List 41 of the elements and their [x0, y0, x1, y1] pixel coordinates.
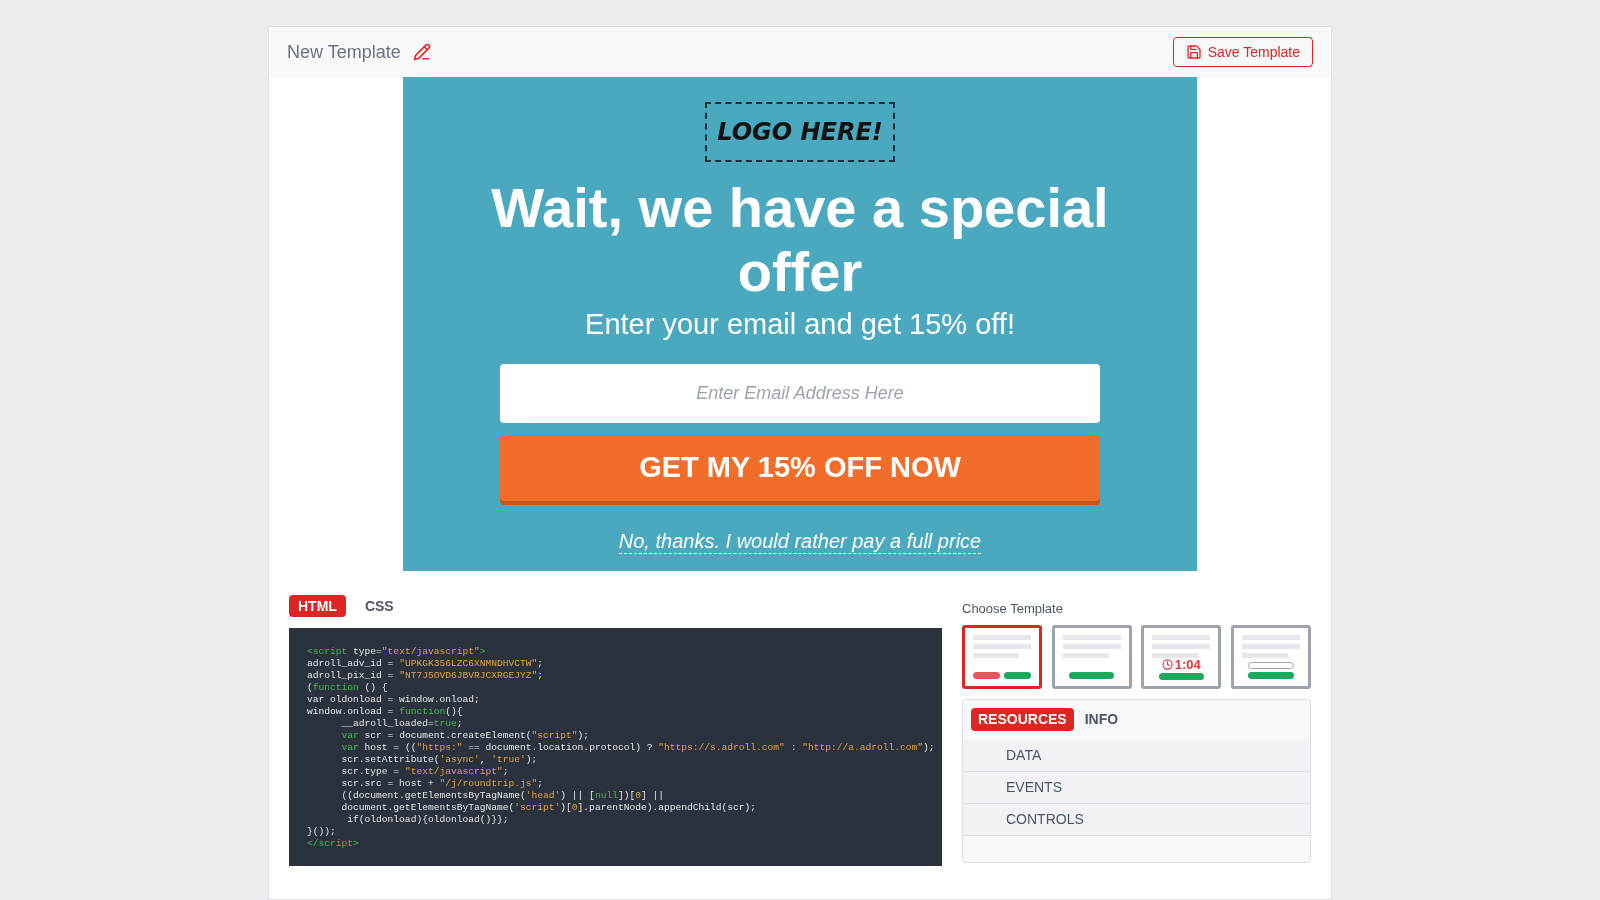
choose-template-label: Choose Template	[962, 600, 1064, 618]
code-line: var oldonload = window.onload;	[307, 694, 480, 706]
code-line: var host = (("https:" == document.location.protocol) ? "https://s.adroll.com" : "http://a.adroll.com");	[340, 742, 935, 754]
subheadline: Enter your email and get 15% off!	[585, 307, 1015, 342]
editor-tab[interactable]: HTML	[289, 595, 346, 617]
logo-text: LOGO HERE!	[717, 117, 883, 148]
edit-icon[interactable]	[412, 43, 431, 61]
decline-link[interactable]: No, thanks. I would rather pay a full price	[618, 529, 982, 554]
template-thumbnail[interactable]: 1:04	[1141, 624, 1222, 689]
code-line: }());	[307, 826, 336, 838]
template-thumbnail[interactable]	[962, 624, 1042, 689]
template-title: New Template	[287, 40, 401, 64]
headline: Wait, we have a special offer	[490, 176, 1110, 304]
code-line: adroll_adv_id = "UPKGK356LZC6XNMNDHVCTW";	[307, 658, 544, 670]
code-line: document.getElementsByTagName('script')[0].parentNode).appendChild(scr);	[340, 802, 757, 814]
code-line: scr.src = host + "/j/roundtrip.js";	[340, 778, 544, 790]
code-line: window.onload = function(){	[307, 706, 463, 718]
code-line: <script type="text/javascript">	[307, 646, 486, 658]
code-line: __adroll_loaded=true;	[340, 718, 463, 730]
code-line: ((document.getElementsByTagName('head') || [null])[0] ||	[340, 790, 664, 802]
resource-tab[interactable]: INFO	[1077, 708, 1126, 731]
email-field[interactable]: Enter Email Address Here	[500, 364, 1100, 423]
resource-tab[interactable]: RESOURCES	[971, 708, 1074, 731]
timer-text: 1:04	[1161, 657, 1201, 671]
code-line: scr.type = "text/javascript";	[340, 766, 509, 778]
resource-item[interactable]: DATA	[963, 739, 1310, 772]
editor-tab[interactable]: CSS	[355, 595, 403, 617]
code-line: var scr = document.createElement("script");	[340, 730, 590, 742]
code-line: scr.setAttribute('async', 'true');	[340, 754, 538, 766]
code-line: if(oldonload){oldonload()}};	[346, 814, 509, 826]
save-icon	[1185, 44, 1202, 60]
clock-icon	[1161, 658, 1173, 670]
code-line: adroll_pix_id = "NT7J5OVD6JBVRJCXRGEJYZ";	[307, 670, 544, 682]
code-editor[interactable]	[289, 628, 942, 866]
resource-item[interactable]: EVENTS	[963, 771, 1310, 804]
code-line: </script>	[307, 838, 359, 850]
template-thumbnail[interactable]	[1230, 624, 1311, 689]
code-line: (function () {	[307, 682, 388, 694]
template-thumbnail[interactable]	[1051, 624, 1132, 689]
save-template-button[interactable]: Save Template	[1172, 37, 1313, 67]
resource-item[interactable]: CONTROLS	[963, 803, 1310, 836]
